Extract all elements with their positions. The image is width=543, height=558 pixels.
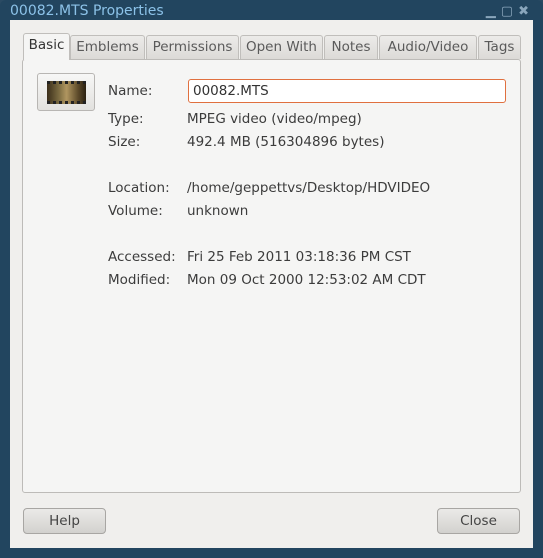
window-title: 00082.MTS Properties	[10, 3, 164, 19]
close-button[interactable]: Close	[437, 508, 520, 534]
video-thumbnail-icon	[47, 81, 86, 104]
name-label: Name:	[108, 83, 153, 99]
location-label: Location:	[108, 180, 170, 196]
accessed-value: Fri 25 Feb 2011 03:18:36 PM CST	[187, 249, 411, 265]
volume-label: Volume:	[108, 203, 163, 219]
maximize-icon[interactable]: ▢	[501, 4, 513, 19]
type-value: MPEG video (video/mpeg)	[187, 111, 362, 127]
name-input[interactable]: 00082.MTS	[188, 79, 506, 103]
location-value: /home/geppettvs/Desktop/HDVIDEO	[187, 180, 431, 196]
minimize-icon[interactable]: ▁	[486, 4, 496, 19]
tab-audio-video[interactable]: Audio/Video	[379, 35, 477, 59]
file-icon-button[interactable]	[37, 73, 95, 111]
type-label: Type:	[108, 111, 144, 127]
help-button[interactable]: Help	[23, 508, 106, 534]
tab-permissions[interactable]: Permissions	[146, 35, 239, 59]
tab-notes[interactable]: Notes	[324, 35, 378, 59]
volume-value: unknown	[187, 203, 249, 219]
tab-emblems[interactable]: Emblems	[70, 35, 145, 59]
window-frame: 00082.MTS Properties ▁ ▢ ✖ Basic Emblems…	[0, 0, 543, 558]
tab-basic[interactable]: Basic	[23, 33, 70, 60]
close-icon[interactable]: ✖	[518, 4, 529, 19]
tab-open-with[interactable]: Open With	[240, 35, 323, 59]
size-value: 492.4 MB (516304896 bytes)	[187, 134, 385, 150]
size-label: Size:	[108, 134, 141, 150]
dialog-content: Basic Emblems Permissions Open With Note…	[10, 20, 533, 548]
accessed-label: Accessed:	[108, 249, 176, 265]
tab-tags[interactable]: Tags	[478, 35, 521, 59]
modified-value: Mon 09 Oct 2000 12:53:02 AM CDT	[187, 272, 426, 288]
modified-label: Modified:	[108, 272, 171, 288]
